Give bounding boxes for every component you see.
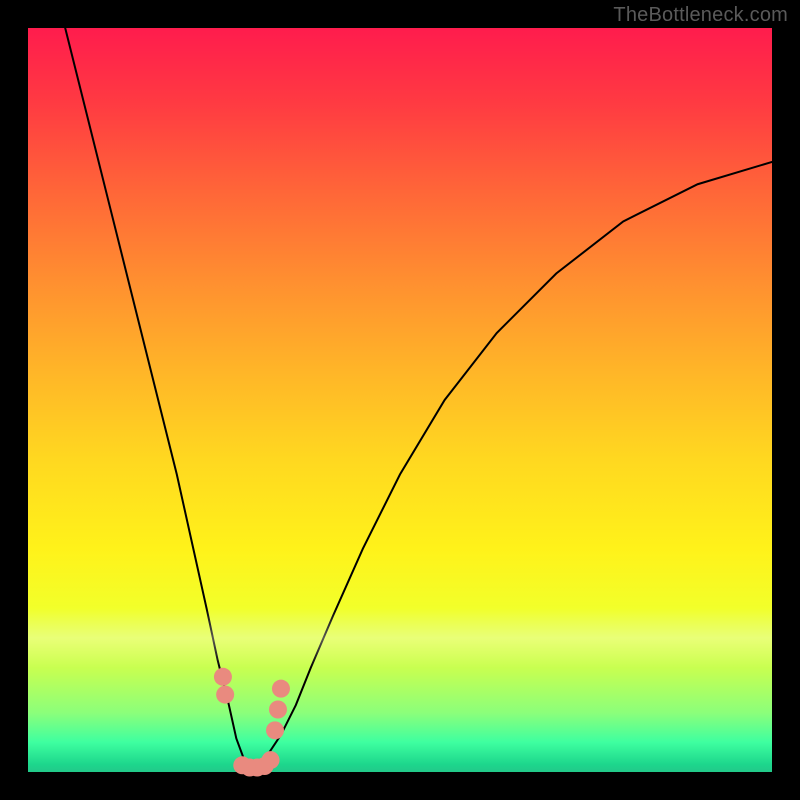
watermark-text: TheBottleneck.com — [613, 4, 788, 27]
valley-marker — [269, 701, 287, 719]
plot-area — [28, 28, 772, 772]
valley-marker — [214, 668, 232, 686]
valley-markers — [214, 668, 290, 777]
valley-marker — [262, 751, 280, 769]
bottleneck-curve — [65, 28, 772, 768]
chart-frame: TheBottleneck.com — [0, 0, 800, 800]
valley-marker — [266, 721, 284, 739]
valley-marker — [272, 680, 290, 698]
valley-marker — [216, 686, 234, 704]
plot-svg — [28, 28, 772, 772]
